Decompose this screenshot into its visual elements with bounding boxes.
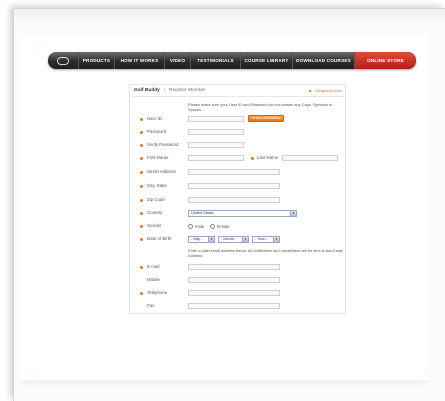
required-marker xyxy=(140,265,143,269)
label-fax: Fax xyxy=(147,303,155,308)
gender-male-radio[interactable] xyxy=(188,223,193,229)
nav-item-download-courses[interactable]: DOWNLOAD COURSES xyxy=(292,52,354,69)
required-marker xyxy=(140,184,143,188)
email-input[interactable] xyxy=(188,263,280,270)
gender-female-label: female xyxy=(217,223,230,229)
label-password: Password xyxy=(147,129,167,134)
label-dob: Date of Birth xyxy=(147,236,172,241)
password-input[interactable] xyxy=(188,128,244,135)
row-password: Password xyxy=(130,127,345,137)
dob-month-select[interactable]: - Month - ▼ xyxy=(218,235,249,243)
label-country: Country xyxy=(147,210,163,215)
required-marker xyxy=(251,156,254,160)
mobile-input[interactable] xyxy=(188,276,280,283)
nav-item-how-it-works[interactable]: HOW IT WORKS xyxy=(114,52,164,69)
chevron-down-icon[interactable]: ▼ xyxy=(242,236,248,242)
required-marker xyxy=(140,170,143,174)
row-city: City, State xyxy=(130,181,345,191)
main-nav: PRODUCTS HOW IT WORKS VIDEO TESTIMONIALS… xyxy=(48,52,416,69)
row-country: Country United States ▼ xyxy=(130,208,345,218)
required-marker xyxy=(140,237,143,241)
row-verify-password: Verify Password xyxy=(130,140,345,150)
row-user-id: User ID Check Availability xyxy=(130,114,345,124)
row-name: First Name Last Name xyxy=(130,153,345,163)
nav-item-testimonials[interactable]: TESTIMONIALS xyxy=(190,52,240,69)
form-subtitle: Register Member xyxy=(169,88,206,93)
gender-female-radio[interactable] xyxy=(210,223,215,229)
row-dob: Date of Birth - Day - ▼ - Month - ▼ - Ye… xyxy=(130,234,345,244)
last-name-input[interactable] xyxy=(282,154,338,161)
logo-icon[interactable] xyxy=(48,52,78,69)
chevron-down-icon[interactable]: ▼ xyxy=(208,236,214,242)
row-street: Street Address xyxy=(130,167,345,177)
nav-item-course-library[interactable]: COURSE LIBRARY xyxy=(240,52,292,69)
nav-item-video[interactable]: VIDEO xyxy=(164,52,190,69)
corner-decoration: ⋰ xyxy=(420,368,429,378)
required-marker xyxy=(140,130,143,134)
label-telephone: Telephone xyxy=(147,290,168,295)
row-fax: Fax xyxy=(130,301,345,311)
userid-note: Please make sure your User ID and Passwo… xyxy=(188,102,333,112)
row-mobile: Mobile xyxy=(130,275,345,285)
label-street: Street Address xyxy=(147,169,176,174)
dob-day-value: - Day - xyxy=(191,236,203,241)
zip-input[interactable] xyxy=(188,196,280,203)
row-telephone: Telephone xyxy=(130,288,345,298)
chevron-down-icon[interactable]: ▼ xyxy=(290,210,296,216)
form-header: Golf Buddy | Register Member ■ : Obligat… xyxy=(132,88,344,97)
required-legend: ■ : Obligatory Item xyxy=(309,88,342,93)
fax-input[interactable] xyxy=(188,302,280,309)
window-top-bar xyxy=(14,9,445,19)
user-id-input[interactable] xyxy=(188,115,244,122)
required-marker xyxy=(140,211,143,215)
corner-decoration: ⋰ xyxy=(34,42,43,52)
country-value: United States xyxy=(191,210,214,215)
label-first-name: First Name xyxy=(147,155,169,160)
label-verify-password: Verify Password xyxy=(147,142,179,147)
dob-month-value: - Month - xyxy=(221,236,237,241)
gender-male-label: male xyxy=(195,223,205,229)
label-email: E-mail xyxy=(147,264,160,269)
required-marker xyxy=(140,156,143,160)
email-note: Enter a valid email address below. All n… xyxy=(188,248,343,258)
label-zip: Zip Code xyxy=(147,197,165,202)
chevron-down-icon[interactable]: ▼ xyxy=(273,236,279,242)
first-name-input[interactable] xyxy=(188,154,244,161)
corner-decoration: ⋱ xyxy=(30,368,39,378)
required-marker xyxy=(140,291,143,295)
label-gender: Gender xyxy=(147,223,162,228)
telephone-input[interactable] xyxy=(188,289,280,296)
row-email: E-mail xyxy=(130,262,345,272)
check-availability-button[interactable]: Check Availability xyxy=(248,115,284,122)
required-marker xyxy=(140,143,143,147)
city-state-input[interactable] xyxy=(188,182,280,189)
nav-item-online-store[interactable]: ONLINE STORE xyxy=(354,52,416,69)
row-zip: Zip Code xyxy=(130,195,345,205)
label-user-id: User ID xyxy=(147,116,162,121)
required-marker xyxy=(140,224,143,228)
dob-day-select[interactable]: - Day - ▼ xyxy=(188,235,215,243)
title-separator: | xyxy=(164,88,166,93)
page-shadow xyxy=(22,380,428,388)
street-input[interactable] xyxy=(188,168,280,175)
dob-year-value: - Year - xyxy=(255,236,268,241)
label-mobile: Mobile xyxy=(147,277,160,282)
country-select[interactable]: United States ▼ xyxy=(188,209,297,217)
registration-form: Golf Buddy | Register Member ■ : Obligat… xyxy=(129,84,346,314)
nav-item-products[interactable]: PRODUCTS xyxy=(78,52,114,69)
required-marker xyxy=(140,117,143,121)
label-city-state: City, State xyxy=(147,183,167,188)
dob-year-select[interactable]: - Year - ▼ xyxy=(252,235,280,243)
row-gender: Gender male female xyxy=(130,221,345,231)
label-last-name: Last Name xyxy=(257,155,279,160)
form-title: Golf Buddy xyxy=(134,88,160,93)
required-marker xyxy=(140,198,143,202)
verify-password-input[interactable] xyxy=(188,141,244,148)
